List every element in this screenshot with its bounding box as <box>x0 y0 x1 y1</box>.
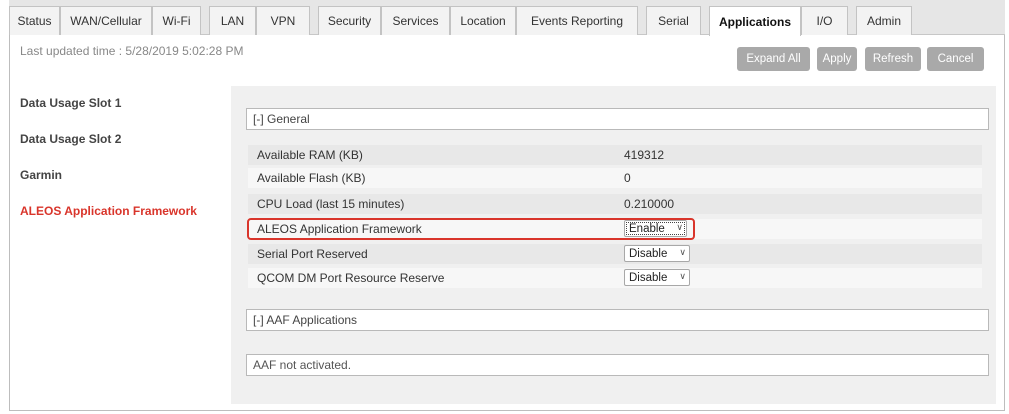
aaf-status-message: AAF not activated. <box>246 354 989 376</box>
apply-button[interactable]: Apply <box>817 47 857 71</box>
sidebar-item-aleos-application-framework[interactable]: ALEOS Application Framework <box>20 204 197 218</box>
sidebar-item-data-usage-slot-2[interactable]: Data Usage Slot 2 <box>20 132 121 146</box>
tab-lan[interactable]: LAN <box>209 6 256 35</box>
tab-admin[interactable]: Admin <box>856 6 912 35</box>
table-row: Available Flash (KB) 0 <box>248 168 982 188</box>
row-label: Available Flash (KB) <box>257 171 366 185</box>
row-label: Serial Port Reserved <box>257 247 368 261</box>
table-row: Available RAM (KB) 419312 <box>248 145 982 165</box>
row-label: Available RAM (KB) <box>257 148 363 162</box>
row-value: 419312 <box>624 148 665 162</box>
table-row: QCOM DM Port Resource Reserve Disable ∨ <box>248 268 982 288</box>
tab-services[interactable]: Services <box>381 6 450 35</box>
sidebar-item-data-usage-slot-1[interactable]: Data Usage Slot 1 <box>20 96 121 110</box>
chevron-down-icon: ∨ <box>679 271 686 281</box>
row-label: QCOM DM Port Resource Reserve <box>257 271 445 285</box>
tab-applications[interactable]: Applications <box>709 6 801 36</box>
table-row: CPU Load (last 15 minutes) 0.210000 <box>248 194 982 214</box>
chevron-down-icon: ∨ <box>679 247 686 257</box>
tab-io[interactable]: I/O <box>801 6 848 35</box>
aaf-enable-select[interactable]: Enable ∨ <box>624 220 687 237</box>
row-label: CPU Load (last 15 minutes) <box>257 197 405 211</box>
tab-serial[interactable]: Serial <box>646 6 701 35</box>
qcom-dm-port-select[interactable]: Disable ∨ <box>624 269 690 286</box>
tab-vpn[interactable]: VPN <box>256 6 310 35</box>
row-label: ALEOS Application Framework <box>257 222 422 236</box>
tab-location[interactable]: Location <box>450 6 516 35</box>
refresh-button[interactable]: Refresh <box>865 47 921 71</box>
table-row: ALEOS Application Framework Enable ∨ <box>248 219 982 239</box>
aaf-applications-section-header[interactable]: [-] AAF Applications <box>246 309 989 331</box>
last-updated-text: Last updated time : 5/28/2019 5:02:28 PM <box>20 44 244 58</box>
row-value: 0.210000 <box>624 197 675 211</box>
tab-status[interactable]: Status <box>9 6 60 35</box>
sidebar-item-garmin[interactable]: Garmin <box>20 168 62 182</box>
expand-all-button[interactable]: Expand All <box>737 47 810 71</box>
cancel-button[interactable]: Cancel <box>927 47 984 71</box>
row-value: 0 <box>624 171 631 185</box>
chevron-down-icon: ∨ <box>676 222 683 232</box>
general-section-header[interactable]: [-] General <box>246 108 989 130</box>
tab-wan-cellular[interactable]: WAN/Cellular <box>60 6 152 35</box>
tab-wifi[interactable]: Wi-Fi <box>152 6 201 35</box>
serial-port-reserved-select[interactable]: Disable ∨ <box>624 245 690 262</box>
tab-security[interactable]: Security <box>318 6 381 35</box>
table-row: Serial Port Reserved Disable ∨ <box>248 244 982 264</box>
tab-events-reporting[interactable]: Events Reporting <box>516 6 638 35</box>
